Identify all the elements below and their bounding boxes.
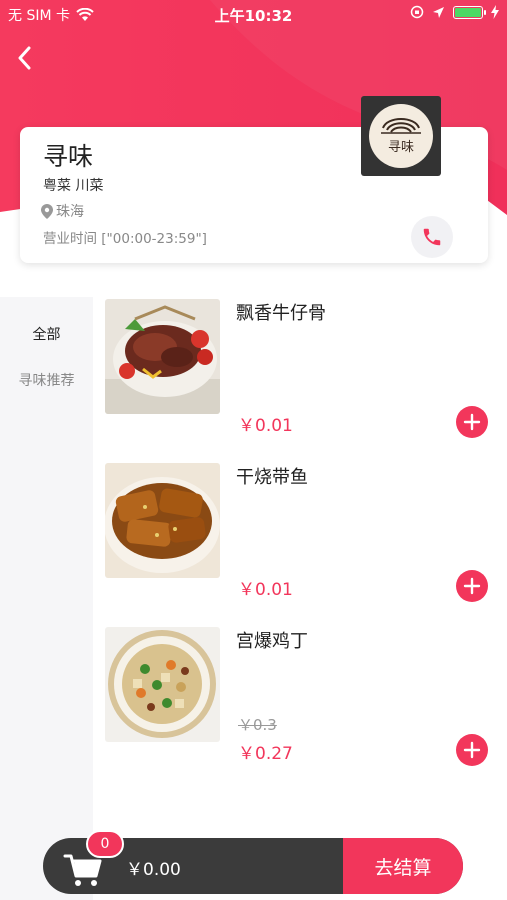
back-button[interactable] (8, 42, 40, 74)
chevron-left-icon (18, 46, 31, 70)
dish-price: ￥0.01 (238, 580, 293, 600)
dish-item[interactable]: 干烧带鱼 ￥0.01 (105, 463, 505, 613)
plus-icon (463, 577, 481, 595)
call-button[interactable] (411, 216, 453, 258)
dish-item[interactable]: 宫爆鸡丁 ￥0.3 ￥0.27 (105, 627, 505, 777)
dish-name: 宫爆鸡丁 (236, 631, 308, 652)
dish-image (105, 463, 220, 578)
category-recommended[interactable]: 寻味推荐 (0, 370, 93, 390)
dish-original-price: ￥0.3 (238, 716, 277, 734)
shop-name: 寻味 (43, 142, 94, 171)
status-bar: 无 SIM 卡 上午10:32 (0, 0, 507, 28)
dish-name: 干烧带鱼 (236, 467, 308, 488)
logo-text: 寻味 (387, 140, 414, 155)
dish-name: 飘香牛仔骨 (236, 303, 326, 324)
map-pin-icon (41, 203, 53, 219)
shop-cuisine: 粤菜 川菜 (43, 178, 104, 194)
plus-icon (463, 741, 481, 759)
cart-total: ￥0.00 (126, 860, 181, 880)
location-arrow-icon (433, 6, 444, 18)
category-sidebar: 全部 寻味推荐 (0, 297, 93, 900)
shop-location: 珠海 (41, 201, 84, 221)
dish-price: ￥0.01 (238, 416, 293, 436)
charging-icon (491, 5, 499, 19)
dish-image (105, 627, 220, 742)
cart-count-badge: 0 (86, 830, 124, 858)
battery-icon (453, 5, 486, 19)
add-to-cart-button[interactable] (456, 570, 488, 602)
shop-location-label: 珠海 (56, 204, 84, 220)
phone-icon (423, 228, 441, 246)
rotation-lock-icon (410, 5, 424, 19)
category-all[interactable]: 全部 (0, 324, 93, 344)
checkout-button[interactable]: 去结算 (343, 838, 463, 894)
shop-hours: 营业时间 ["00:00-23:59"] (43, 231, 207, 247)
dish-item[interactable]: 飘香牛仔骨 ￥0.01 (105, 299, 505, 449)
dish-image (105, 299, 220, 414)
add-to-cart-button[interactable] (456, 406, 488, 438)
add-to-cart-button[interactable] (456, 734, 488, 766)
shop-logo: 寻味 (361, 96, 441, 176)
plus-icon (463, 413, 481, 431)
dish-price: ￥0.27 (238, 744, 293, 764)
